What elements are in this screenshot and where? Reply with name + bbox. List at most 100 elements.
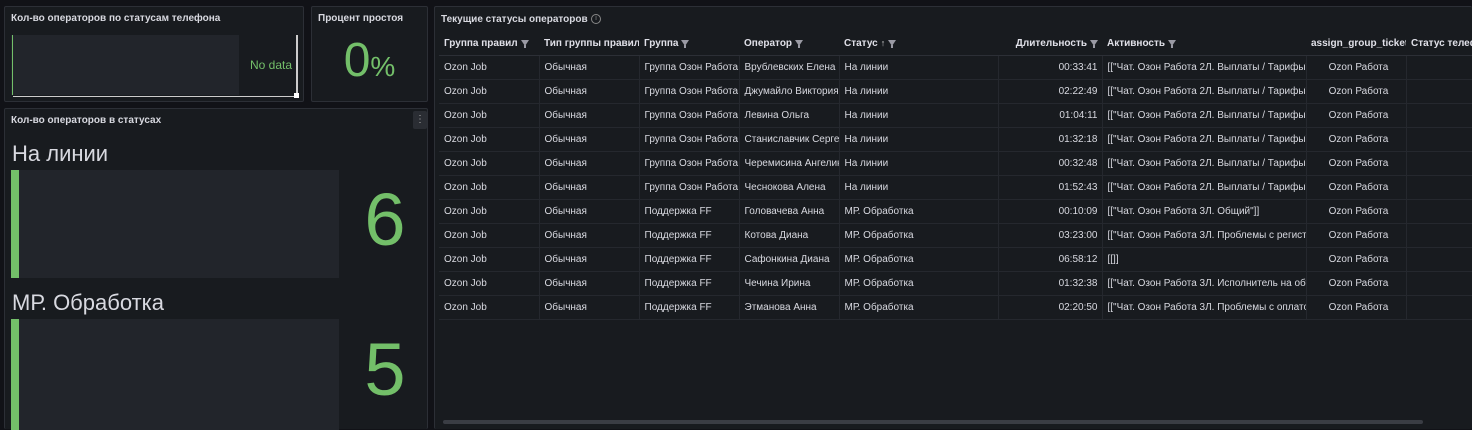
table-row[interactable]: Ozon Job Обычная Группа Озон Работа Черемис… (439, 151, 1472, 176)
plot-area (11, 35, 239, 95)
table-cell: Ozon Работа (1306, 247, 1407, 272)
column-header[interactable]: Статус ↑ (839, 31, 998, 56)
filter-icon[interactable] (795, 39, 804, 48)
table-cell: 01:04:11 (998, 103, 1103, 128)
table-cell: МР. Обработка (839, 223, 999, 248)
table-cell: 01:32:18 (998, 127, 1103, 152)
table-cell: Обычная (539, 271, 640, 296)
horizontal-scrollbar[interactable] (13, 96, 298, 97)
table-cell (1406, 127, 1472, 152)
stat-value: 0% (312, 33, 427, 88)
status-bar-fill (11, 319, 19, 430)
table-cell: Ozon Работа (1306, 127, 1407, 152)
table-cell: Группа Озон Работа (639, 127, 740, 152)
table-cell: МР. Обработка (839, 247, 999, 272)
vertical-scrollbar[interactable] (296, 35, 298, 95)
panel-title: Процент простоя (318, 13, 404, 24)
table-cell: Сафонкина Диана (739, 247, 840, 272)
table-cell: Чеснокова Алена (739, 175, 840, 200)
table-cell: [["Чат. Озон Работа 2Л. Выплаты / Тарифы… (1102, 55, 1307, 80)
column-header[interactable]: assign_group_ticket (1306, 31, 1406, 56)
filter-icon[interactable] (520, 39, 529, 48)
table-cell: Чечина Ирина (739, 271, 840, 296)
status-bar-background (11, 170, 339, 278)
resize-handle[interactable] (294, 93, 299, 98)
table-cell: На линии (839, 55, 999, 80)
table-cell: Ozon Job (439, 79, 540, 104)
table-cell: МР. Обработка (839, 295, 999, 320)
table-row[interactable]: Ozon Job Обычная Поддержка FF Этманова Анна… (439, 295, 1472, 320)
table-cell: Ozon Работа (1306, 175, 1407, 200)
table-row[interactable]: Ozon Job Обычная Группа Озон Работа Левина … (439, 103, 1472, 128)
table-cell (1406, 79, 1472, 104)
table-cell: Ozon Job (439, 151, 540, 176)
table-cell: Ozon Работа (1306, 55, 1407, 80)
table-cell (1406, 103, 1472, 128)
phone-status-panel: Кол-во операторов по статусам телефона N… (4, 6, 304, 102)
table-cell (1406, 295, 1472, 320)
table-cell: На линии (839, 103, 999, 128)
column-header[interactable]: Оператор (739, 31, 839, 56)
horizontal-scrollbar[interactable] (443, 420, 1423, 424)
table-cell: Ozon Job (439, 175, 540, 200)
table-cell: Ozon Работа (1306, 271, 1407, 296)
table-row[interactable]: Ozon Job Обычная Поддержка FF Головачева Ан… (439, 199, 1472, 224)
filter-icon[interactable] (1168, 39, 1177, 48)
sort-asc-icon[interactable]: ↑ (881, 38, 886, 48)
table-cell: Ozon Job (439, 295, 540, 320)
table-cell (1406, 271, 1472, 296)
table-row[interactable]: Ozon Job Обычная Группа Озон Работа Чесноко… (439, 175, 1472, 200)
table-cell: [["Чат. Озон Работа 3Л. Проблемы с оплат… (1102, 295, 1307, 320)
table-row[interactable]: Ozon Job Обычная Поддержка FF Котова Диана М… (439, 223, 1472, 248)
status-group-label: МР. Обработка (12, 290, 165, 315)
table-row[interactable]: Ozon Job Обычная Группа Озон Работа Врублев… (439, 55, 1472, 80)
panel-title: Текущие статусы операторов (441, 14, 588, 25)
table-cell: 00:32:48 (998, 151, 1103, 176)
table-cell: [["Чат. Озон Работа 2Л. Выплаты / Тарифы… (1102, 127, 1307, 152)
table-cell: Группа Озон Работа (639, 151, 740, 176)
operators-in-status-panel: Кол-во операторов в статусах ⋮ На линии … (4, 108, 428, 430)
table-cell (1406, 151, 1472, 176)
table-cell: Поддержка FF (639, 223, 740, 248)
table-cell: Станиславчик Сергей (739, 127, 840, 152)
table-cell: Обычная (539, 247, 640, 272)
column-header[interactable]: Активность (1102, 31, 1306, 56)
column-header[interactable]: Длительность (998, 31, 1102, 56)
table-cell: На линии (839, 151, 999, 176)
column-header[interactable]: Тип группы правил (539, 31, 639, 56)
table-cell: Обычная (539, 151, 640, 176)
table-cell: 01:52:43 (998, 175, 1103, 200)
table-header-row: Группа правил Тип группы правил Группа О… (439, 31, 1472, 56)
table-cell: Ozon Job (439, 271, 540, 296)
filter-icon[interactable] (1090, 39, 1098, 48)
table-cell (1406, 199, 1472, 224)
table-cell (1406, 247, 1472, 272)
table-cell: [["Чат. Озон Работа 3Л. Проблемы с регис… (1102, 223, 1307, 248)
table-row[interactable]: Ozon Job Обычная Группа Озон Работа Джумайл… (439, 79, 1472, 104)
table-cell: Группа Озон Работа (639, 103, 740, 128)
info-icon[interactable]: i (591, 14, 601, 24)
filter-icon[interactable] (681, 39, 690, 48)
table-cell: Обычная (539, 199, 640, 224)
column-header[interactable]: Группа (639, 31, 739, 56)
table-row[interactable]: Ozon Job Обычная Поддержка FF Чечина Ирина М… (439, 271, 1472, 296)
table-cell: [[]] (1102, 247, 1307, 272)
table-cell: На линии (839, 175, 999, 200)
table-cell: Обычная (539, 103, 640, 128)
table-row[interactable]: Ozon Job Обычная Поддержка FF Сафонкина Диа… (439, 247, 1472, 272)
table-cell: Ozon Работа (1306, 151, 1407, 176)
operators-table: Группа правил Тип группы правил Группа О… (439, 31, 1472, 320)
table-cell: Ozon Job (439, 223, 540, 248)
table-cell: [["Чат. Озон Работа 3Л. Общий"]] (1102, 199, 1307, 224)
column-header[interactable]: Группа правил (439, 31, 539, 56)
filter-icon[interactable] (888, 39, 897, 48)
status-group-value: 6 (364, 178, 406, 261)
table-cell (1406, 55, 1472, 80)
stat-unit: % (370, 51, 396, 82)
column-header[interactable]: Статус телефона (1406, 31, 1472, 56)
table-cell: 00:33:41 (998, 55, 1103, 80)
panel-menu-button[interactable]: ⋮ (413, 111, 427, 129)
table-row[interactable]: Ozon Job Обычная Группа Озон Работа Станисл… (439, 127, 1472, 152)
table-cell: Поддержка FF (639, 295, 740, 320)
table-cell: МР. Обработка (839, 199, 999, 224)
